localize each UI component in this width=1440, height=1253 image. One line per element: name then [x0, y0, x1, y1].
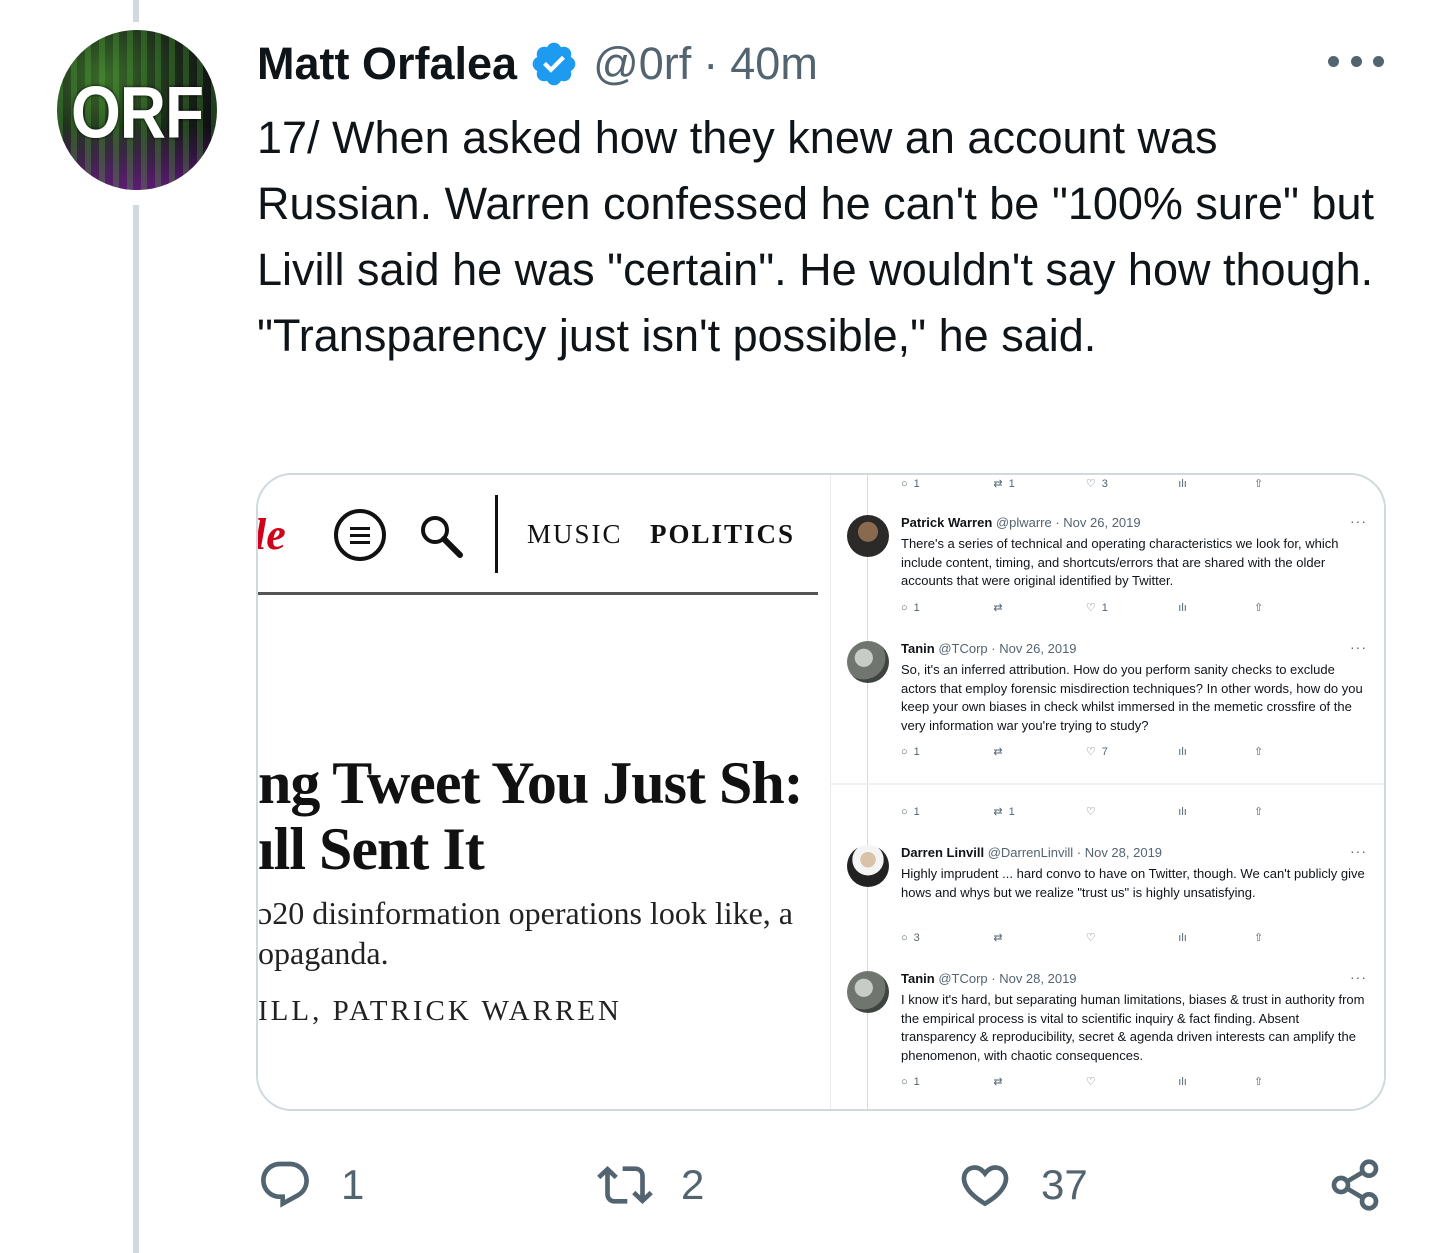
mini-views-icon: ılı — [1178, 477, 1187, 490]
more-icon: ··· — [1350, 843, 1367, 859]
reply-body: Highly imprudent ... hard convo to have … — [901, 866, 1365, 900]
retweet-icon — [597, 1166, 653, 1204]
reply-header: Darren Linvill @DarrenLinvill · Nov 28, … — [901, 845, 1163, 860]
more-icon: ··· — [1350, 639, 1367, 655]
reply-avatar — [847, 641, 889, 683]
mini-action-bar: ○ 1 ⇄ 1 ♡ ılı ⇧ — [901, 805, 1264, 819]
share-button[interactable] — [1327, 1150, 1411, 1220]
avatar-text: ORF — [70, 70, 204, 154]
article-screenshot: le MUSIC POLITICS ng Tweet You Just Sh: … — [258, 475, 830, 1109]
reply-header: Tanin @TCorp · Nov 26, 2019 — [901, 641, 1077, 656]
verified-badge-icon[interactable] — [529, 39, 579, 89]
reply-body: I know it's hard, but separating human l… — [901, 992, 1365, 1063]
reply-count: 1 — [341, 1161, 365, 1208]
author-handle[interactable]: @0rf — [593, 38, 691, 90]
more-icon[interactable] — [1328, 50, 1384, 72]
tweet-header: Matt Orfalea @0rf · 40m — [257, 36, 818, 92]
tweet-media[interactable]: le MUSIC POLITICS ng Tweet You Just Sh: … — [256, 473, 1386, 1111]
mini-action-bar: ○ 1 ⇄ ♡ 7 ılı ⇧ — [901, 745, 1264, 759]
nav-divider — [495, 495, 498, 573]
like-button[interactable]: 37 — [957, 1150, 1088, 1220]
tweet-text: 17/ When asked how they knew an account … — [257, 112, 1374, 361]
search-icon — [421, 516, 463, 558]
replies-screenshot: ○ 1 ⇄ 1 ♡ 3 ılı ⇧ Patrick Warren @plwarr… — [830, 475, 1384, 1109]
article-subhead: ɔ20 disinformation operations look like,… — [258, 893, 830, 973]
mini-action-bar: ○ 1 ⇄ 1 ♡ 3 ılı ⇧ — [901, 477, 1291, 491]
reply-avatar — [847, 845, 889, 887]
avatar[interactable]: ORF — [57, 30, 217, 190]
reply-thread-line — [867, 475, 868, 1109]
mini-like-count: ♡ 3 — [1085, 477, 1108, 491]
reply-header: Tanin @TCorp · Nov 28, 2019 — [901, 971, 1077, 986]
nav-music: MUSIC — [527, 519, 623, 549]
nav-politics: POLITICS — [650, 519, 796, 549]
mini-action-bar: ○ 3 ⇄ ♡ ılı ⇧ — [901, 931, 1264, 945]
screenshot-seam — [831, 783, 1384, 785]
reply-icon — [261, 1161, 309, 1208]
thread-line — [133, 0, 139, 22]
tweet-time[interactable]: 40m — [730, 38, 818, 90]
hamburger-menu-icon — [334, 509, 386, 561]
tweet-action-bar: 1 2 37 — [257, 1150, 1387, 1220]
reply-body: There's a series of technical and operat… — [901, 536, 1339, 588]
reply-avatar — [847, 971, 889, 1013]
reply-avatar — [847, 515, 889, 557]
article-byline: ILL, PATRICK WARREN — [258, 995, 622, 1027]
thread-line — [133, 205, 139, 1253]
reply-button[interactable]: 1 — [257, 1150, 364, 1220]
more-icon: ··· — [1350, 513, 1367, 529]
header-rule — [258, 592, 818, 595]
reply-header: Patrick Warren @plwarre · Nov 26, 2019 — [901, 515, 1141, 530]
more-icon: ··· — [1350, 969, 1367, 985]
like-count: 37 — [1041, 1161, 1088, 1208]
share-icon — [1331, 1159, 1379, 1211]
author-name[interactable]: Matt Orfalea — [257, 38, 517, 90]
like-icon — [961, 1165, 1009, 1207]
subhead-line: ɔ20 disinformation operations look like,… — [258, 895, 793, 931]
mini-reply-count: ○ 1 — [901, 477, 920, 490]
retweet-button[interactable]: 2 — [597, 1150, 704, 1220]
retweet-count: 2 — [681, 1161, 705, 1208]
headline-line: ng Tweet You Just Sh: — [258, 750, 804, 816]
reply-body: So, it's an inferred attribution. How do… — [901, 662, 1363, 733]
subhead-line: opaganda. — [258, 935, 389, 971]
mini-action-bar: ○ 1 ⇄ ♡ 1 ılı ⇧ — [901, 601, 1264, 615]
mini-retweet-count: ⇄ 1 — [993, 477, 1015, 491]
meta-separator: · — [703, 38, 719, 89]
mini-share-icon: ⇧ — [1254, 478, 1264, 490]
headline-line: ıll Sent It — [258, 816, 485, 882]
article-logo: le — [258, 510, 286, 559]
article-headline: ng Tweet You Just Sh: ıll Sent It — [258, 750, 830, 882]
mini-action-bar: ○ 1 ⇄ ♡ ılı ⇧ — [901, 1075, 1264, 1089]
